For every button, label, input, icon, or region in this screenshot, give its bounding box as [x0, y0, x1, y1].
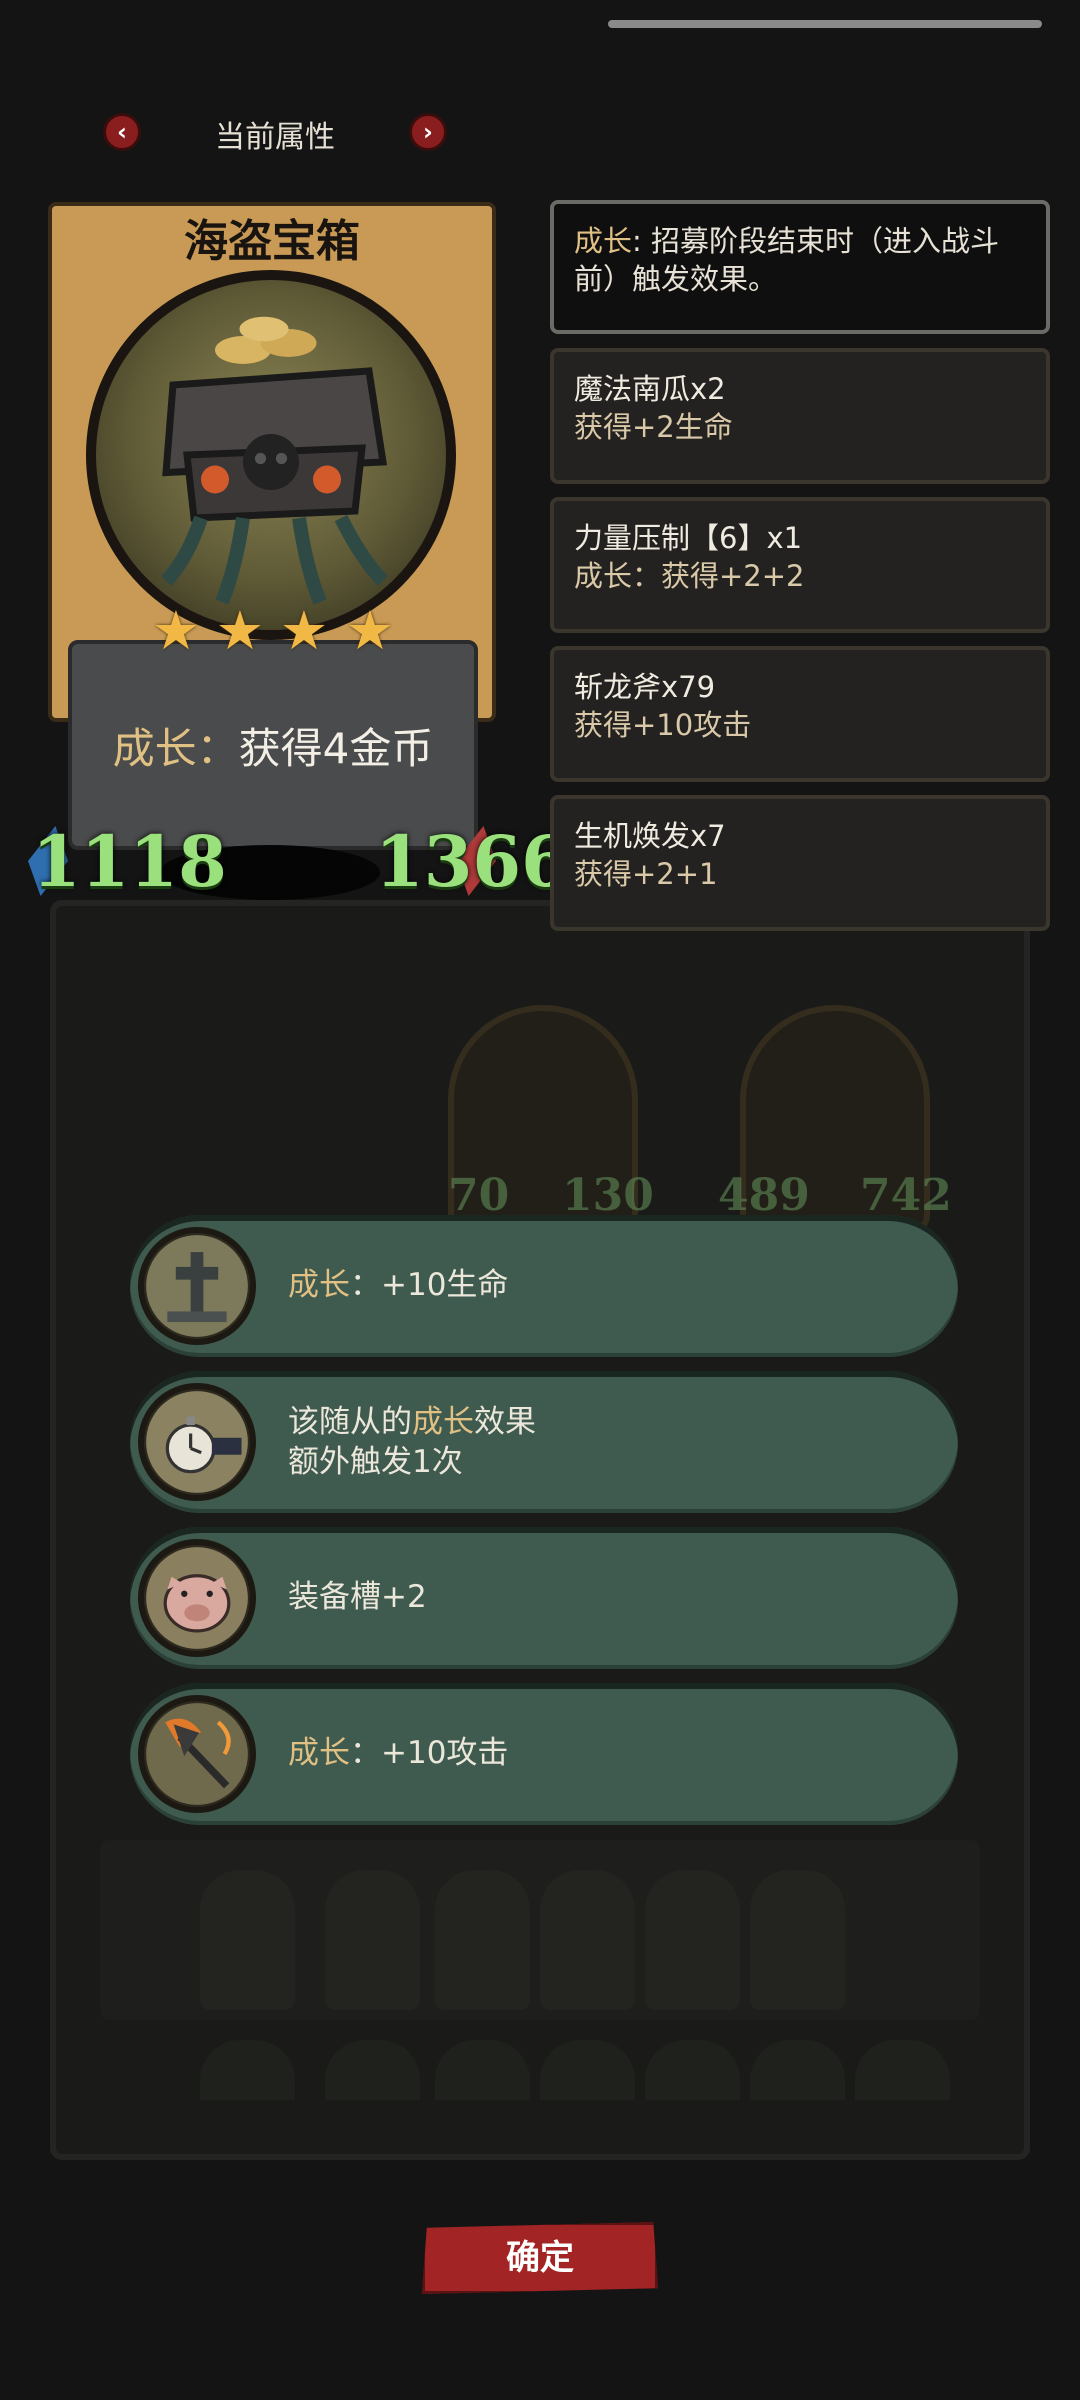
background-shop-slot	[200, 1870, 295, 2010]
option-text: 成长：+10攻击	[288, 1733, 508, 1773]
background-shop-slot	[750, 1870, 845, 2010]
option-line2: 额外触发1次	[288, 1444, 463, 1480]
buff-entry: 生机焕发x7 获得+2+1	[550, 795, 1050, 931]
flaming-axe-icon	[138, 1695, 256, 1813]
buff-effect: 成长：获得+2+2	[574, 559, 805, 593]
background-shop-slot	[325, 2040, 420, 2100]
background-shop-slot	[645, 2040, 740, 2100]
keyword-separator: ：	[196, 724, 239, 773]
star-icon: ★	[151, 599, 201, 662]
tooltip-keyword: 成长	[574, 224, 633, 258]
scroll-indicator[interactable]	[608, 20, 1042, 28]
buff-name: 生机焕发x7	[574, 819, 726, 853]
buff-entry: 力量压制【6】x1 成长：获得+2+2	[550, 497, 1050, 633]
option-text: 该随从的成长效果 额外触发1次	[288, 1402, 536, 1482]
buff-name: 力量压制【6】x1	[574, 521, 803, 555]
tooltip-line: 前）触发效果。	[574, 262, 778, 296]
background-shop-slot	[200, 2040, 295, 2100]
option-keyword: 成长	[288, 1735, 350, 1771]
background-shop-slot	[855, 2040, 950, 2100]
tooltip-line: : 招募阶段结束时（进入战斗	[632, 224, 1000, 258]
attack-value: 1118	[32, 820, 227, 903]
pirate-chest-portrait	[86, 270, 456, 640]
option-suffix: 效果	[474, 1404, 536, 1440]
background-stat: 742	[860, 1170, 952, 1221]
background-stat: 130	[562, 1170, 654, 1221]
star-icon: ★	[345, 599, 395, 662]
health-value: 1366	[375, 820, 570, 903]
buff-entry: 魔法南瓜x2 获得+2生命	[550, 348, 1050, 484]
buff-name: 魔法南瓜x2	[574, 372, 726, 406]
option-text: 成长：+10生命	[288, 1265, 508, 1305]
buff-name: 斩龙斧x79	[574, 670, 716, 704]
keyword-tooltip: 成长: 招募阶段结束时（进入战斗 前）触发效果。	[550, 200, 1050, 334]
background-shop-slot	[750, 2040, 845, 2100]
background-stat: 489	[718, 1170, 810, 1221]
buff-effect: 获得+2+1	[574, 857, 718, 891]
card-description: 成长：获得4金币	[68, 715, 478, 776]
confirm-button[interactable]: 确定	[422, 2222, 658, 2294]
gravestone-icon	[138, 1227, 256, 1345]
background-shop-slot	[540, 1870, 635, 2010]
option-effect: ：+10攻击	[350, 1735, 509, 1771]
option-text: 装备槽+2	[288, 1579, 427, 1615]
pig-icon	[138, 1539, 256, 1657]
star-icon: ★	[279, 599, 329, 662]
option-keyword: 成长	[412, 1404, 474, 1440]
buff-effect: 获得+10攻击	[574, 708, 752, 742]
stopwatch-icon	[138, 1383, 256, 1501]
card-effect-text: 获得4金币	[238, 724, 434, 773]
option-keyword: 成长	[288, 1267, 350, 1303]
background-shop-slot	[645, 1870, 740, 2010]
keyword-growth: 成长	[112, 724, 197, 773]
background-shop-slot	[435, 1870, 530, 2010]
option-prefix: 该随从的	[288, 1404, 412, 1440]
option-effect: ：+10生命	[350, 1267, 509, 1303]
pirate-chest-icon	[160, 316, 389, 605]
background-shop-slot	[435, 2040, 530, 2100]
background-shop-slot	[540, 2040, 635, 2100]
background-shop-slot	[325, 1870, 420, 2010]
buff-effect: 获得+2生命	[574, 410, 733, 444]
card-name: 海盗宝箱	[184, 216, 360, 267]
page-title: 当前属性	[215, 120, 335, 155]
star-icon: ★	[215, 599, 265, 662]
prev-button[interactable]: ‹	[103, 113, 141, 151]
background-stat: 70	[448, 1170, 510, 1221]
next-button[interactable]: ›	[409, 113, 447, 151]
buff-entry: 斩龙斧x79 获得+10攻击	[550, 646, 1050, 782]
